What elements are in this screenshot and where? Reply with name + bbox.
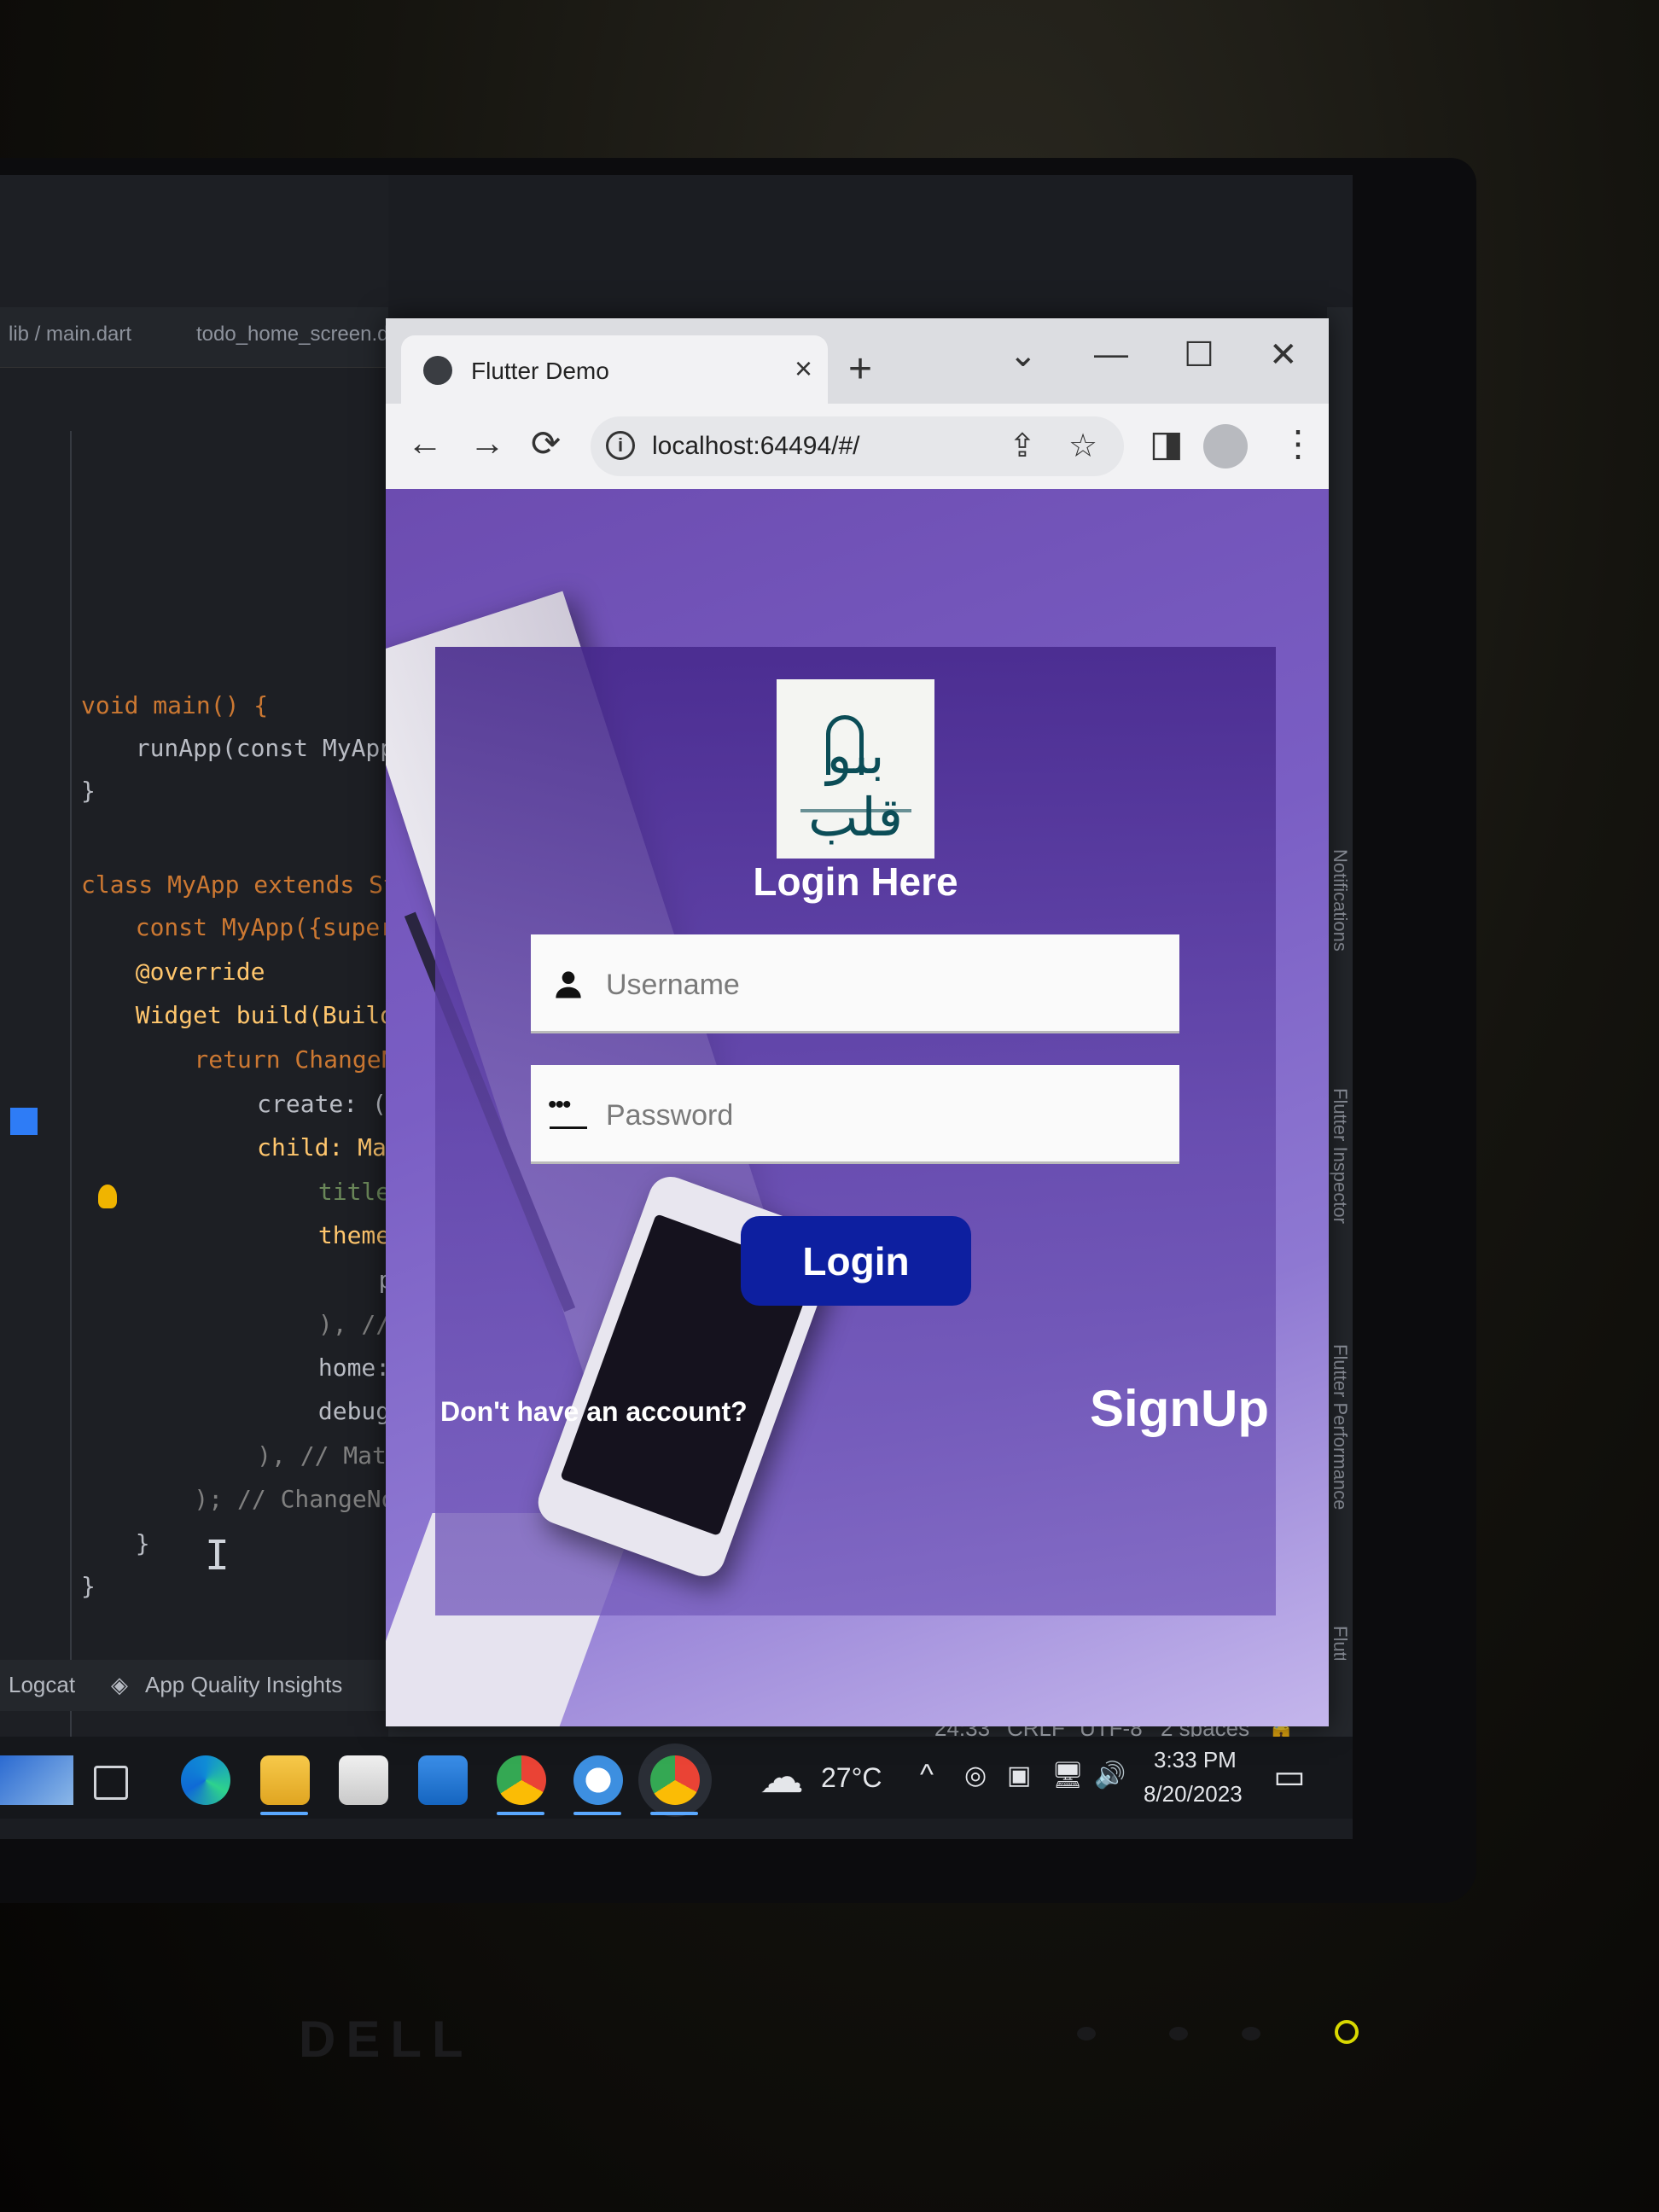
browser-toolbar: ← → ⟳ i localhost:64494/#/ ⇪ ☆ ◨ ⋮ (386, 404, 1329, 489)
diamond-icon: ◈ (111, 1672, 128, 1697)
minimize-button[interactable]: — (1094, 335, 1128, 374)
ide-tab-main[interactable]: lib / main.dart (9, 323, 131, 346)
browser-tab[interactable]: Flutter Demo × (401, 335, 828, 404)
network-icon[interactable]: 🖥 (1051, 1761, 1084, 1790)
android-studio-icon[interactable] (573, 1755, 623, 1805)
update-icon[interactable]: ▣ (1007, 1761, 1031, 1790)
back-button[interactable]: ← (407, 422, 443, 463)
profile-avatar-icon[interactable] (1203, 424, 1248, 469)
windows-taskbar: ☁ 27°C ^ ◎ ▣ 🖥 🔊 3:33 PM 8/20/2023 ▭ (0, 1737, 1353, 1819)
username-input[interactable] (604, 950, 1162, 1020)
flutter-performance-tab[interactable]: Flutter Performance (1329, 1344, 1351, 1510)
login-card: بنو قلب Login Here ••• (435, 647, 1276, 1615)
active-indicator (650, 1812, 698, 1815)
ide-tab-todo-home[interactable]: todo_home_screen.dart (196, 323, 413, 346)
screen: lib / main.dart todo_home_screen.dart vo… (0, 175, 1353, 1839)
pen-app-icon[interactable] (0, 1755, 73, 1805)
code-line: } (81, 1572, 96, 1600)
code-line: } (81, 777, 96, 805)
ide-tab-bar: lib / main.dart todo_home_screen.dart (0, 307, 413, 368)
code-line: void main() { (81, 691, 269, 719)
weather-icon[interactable]: ☁ (760, 1752, 804, 1803)
active-indicator (497, 1812, 544, 1815)
login-title: Login Here (753, 859, 958, 904)
url-text[interactable]: localhost:64494/#/ (652, 432, 860, 461)
ide-editor: lib / main.dart todo_home_screen.dart vo… (0, 175, 807, 1818)
password-underline (550, 1126, 587, 1129)
task-view-icon[interactable] (94, 1766, 128, 1800)
browser-titlebar: Flutter Demo × + ⌄ — ☐ ✕ (386, 318, 1329, 404)
active-indicator (260, 1812, 308, 1815)
monitor-button[interactable] (1169, 2027, 1188, 2040)
site-info-icon[interactable]: i (606, 431, 635, 460)
power-icon[interactable] (1335, 2020, 1359, 2044)
lightbulb-icon[interactable] (98, 1185, 117, 1208)
maximize-button[interactable]: ☐ (1184, 335, 1214, 375)
new-tab-button[interactable]: + (848, 346, 872, 393)
ide-right-toolbar (1327, 307, 1353, 1818)
flutter-app-page: بنو قلب Login Here ••• (386, 489, 1329, 1726)
chevron-up-icon[interactable]: ^ (920, 1759, 934, 1792)
chrome-icon[interactable] (650, 1755, 700, 1805)
monitor: lib / main.dart todo_home_screen.dart vo… (0, 158, 1476, 2068)
monitor-button[interactable] (1077, 2027, 1096, 2040)
edge-icon[interactable] (181, 1755, 230, 1805)
close-tab-icon[interactable]: × (795, 351, 812, 387)
chrome-icon[interactable] (497, 1755, 546, 1805)
active-indicator (573, 1812, 621, 1815)
weather-temp[interactable]: 27°C (821, 1762, 882, 1794)
password-input[interactable] (604, 1080, 1162, 1150)
share-icon[interactable]: ⇪ (1009, 427, 1036, 465)
password-field[interactable]: ••• (531, 1065, 1179, 1164)
notification-center-icon[interactable]: ▭ (1273, 1757, 1306, 1796)
clock-time[interactable]: 3:33 PM (1154, 1747, 1237, 1773)
close-window-button[interactable]: ✕ (1269, 335, 1298, 375)
app-quality-insights-tab[interactable]: App Quality Insights (145, 1672, 342, 1698)
password-dots-icon: ••• (548, 1091, 571, 1119)
logo-text: بنو قلب (807, 724, 904, 848)
logcat-tab[interactable]: Logcat (9, 1672, 75, 1698)
signup-link[interactable]: SignUp (1090, 1379, 1269, 1438)
person-icon (556, 971, 581, 998)
forward-button[interactable]: → (469, 422, 505, 463)
no-account-text: Don't have an account? (440, 1396, 748, 1427)
mail-icon[interactable] (418, 1755, 468, 1805)
meet-now-icon[interactable]: ◎ (964, 1761, 987, 1790)
volume-icon[interactable]: 🔊 (1094, 1761, 1126, 1790)
notifications-panel-tab[interactable]: Notifications (1329, 849, 1351, 952)
login-button[interactable]: Login (741, 1216, 971, 1306)
globe-icon (423, 356, 452, 385)
color-swatch-icon (10, 1108, 38, 1135)
tab-title: Flutter Demo (471, 358, 609, 384)
text-cursor-icon: I (205, 1532, 230, 1580)
browser-menu-icon[interactable]: ⋮ (1280, 422, 1316, 464)
code-line: } (107, 1529, 150, 1557)
clock-date[interactable]: 8/20/2023 (1144, 1781, 1243, 1807)
reload-button[interactable]: ⟳ (531, 422, 561, 464)
side-panel-icon[interactable]: ◨ (1150, 422, 1184, 464)
file-explorer-icon[interactable] (260, 1755, 310, 1805)
logo-tagline-line (800, 809, 911, 812)
flutter-inspector-tab[interactable]: Flutter Inspector (1329, 1088, 1351, 1224)
username-field[interactable] (531, 934, 1179, 1033)
browser-window: Flutter Demo × + ⌄ — ☐ ✕ ← → ⟳ i localho… (386, 318, 1329, 1726)
address-bar[interactable]: i localhost:64494/#/ ⇪ ☆ (591, 416, 1124, 476)
tab-search-icon[interactable]: ⌄ (1009, 335, 1038, 375)
bookmark-star-icon[interactable]: ☆ (1068, 427, 1097, 465)
monitor-brand-logo: DELL (299, 2011, 474, 2068)
store-icon[interactable] (339, 1755, 388, 1805)
app-logo: بنو قلب (777, 679, 934, 859)
code-line: @override (107, 958, 265, 986)
ide-gutter (70, 431, 72, 1796)
monitor-button[interactable] (1242, 2027, 1260, 2040)
